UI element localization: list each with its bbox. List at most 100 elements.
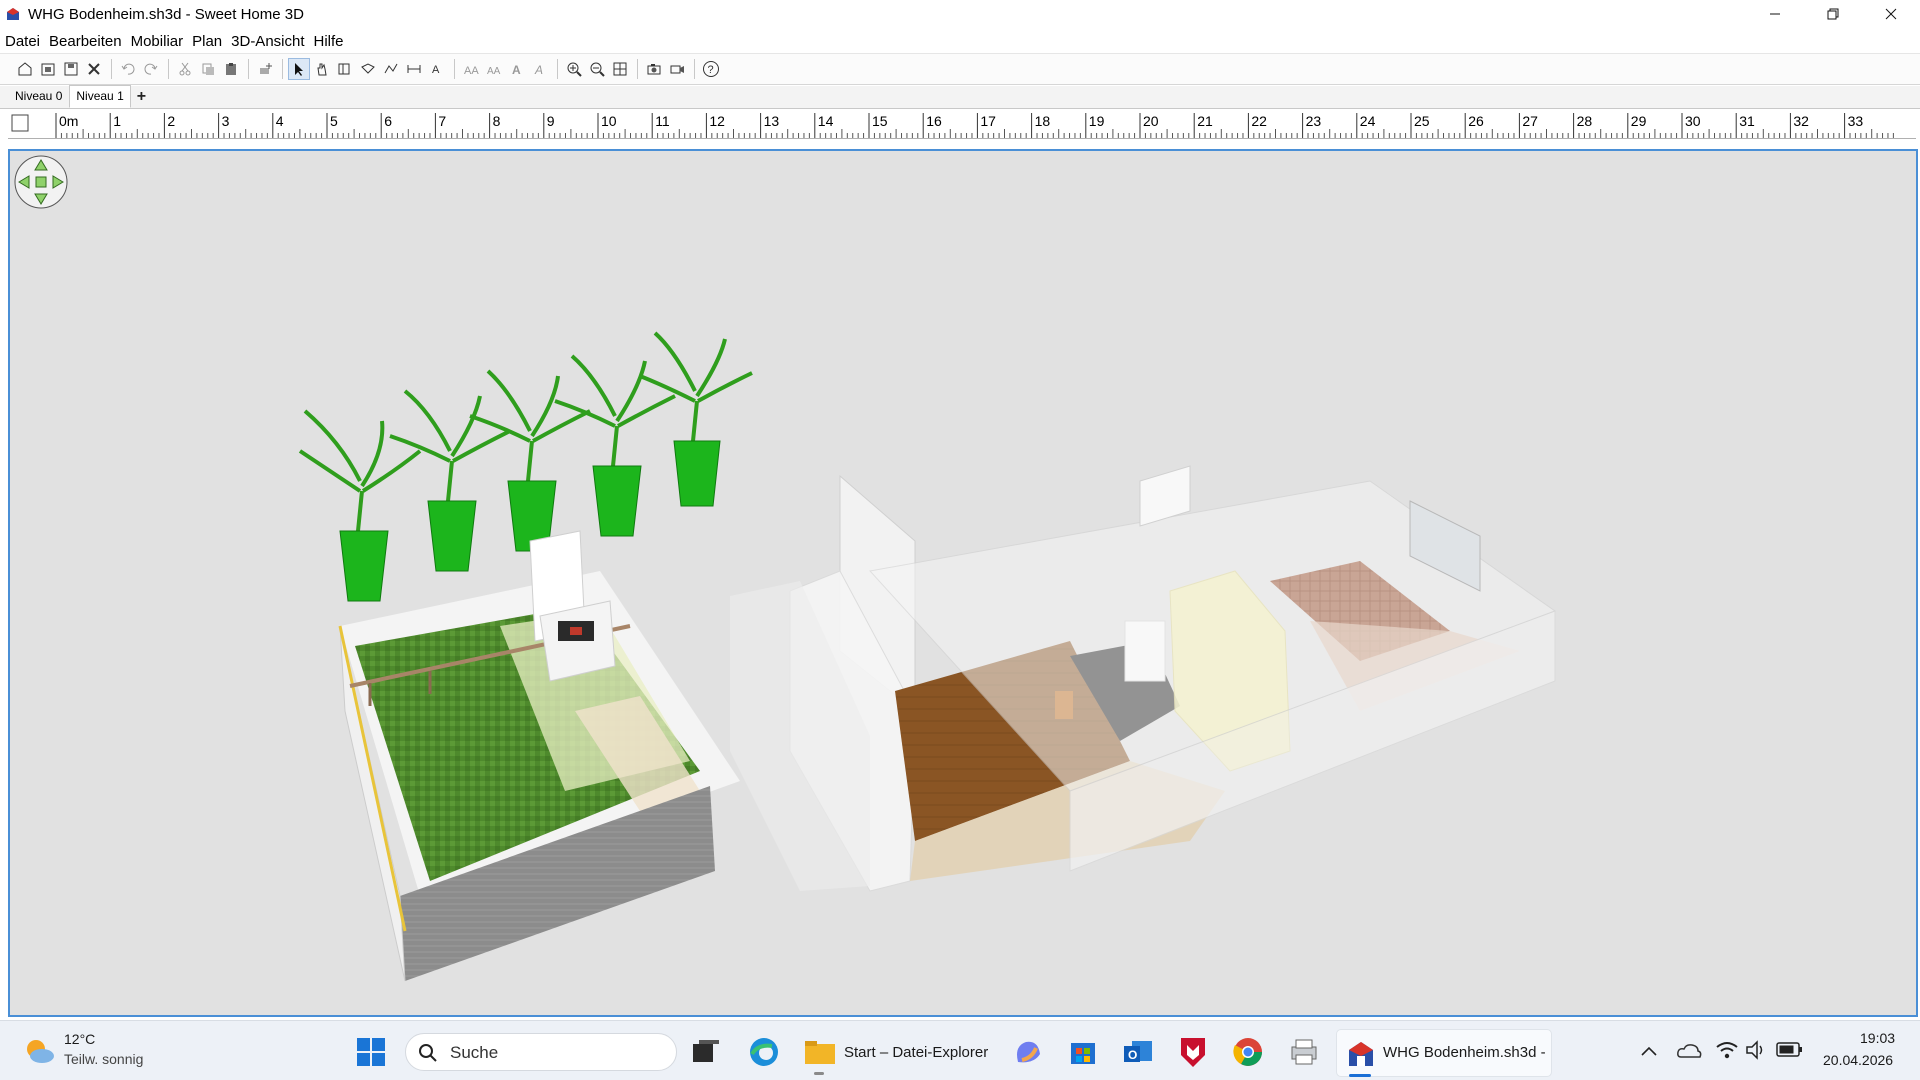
add-level-button[interactable]: + [137,88,146,108]
ruler-label: 12 [709,113,725,129]
camera-icon [647,64,661,75]
open-button[interactable] [37,58,59,80]
menu-hilfe[interactable]: Hilfe [314,33,344,50]
ruler-label: 0m [59,113,78,129]
mcafee-shield-icon[interactable] [1178,1035,1208,1069]
search-icon [419,1044,437,1062]
bold-icon: A [512,63,521,77]
clock-time[interactable]: 19:03 [1860,1030,1895,1046]
tab-niveau-1[interactable]: Niveau 1 [69,85,131,108]
3d-view[interactable] [8,149,1918,1017]
ruler-label: 3 [222,113,230,129]
add-furniture-icon [260,63,272,74]
decrease-text-size-button[interactable]: AA [483,58,505,80]
microsoft-store-icon[interactable] [1068,1036,1098,1066]
navigation-arrows-icon[interactable] [14,155,68,209]
edge-browser-icon[interactable] [748,1036,780,1068]
windows-start-icon[interactable] [356,1037,386,1067]
menu-bearbeiten[interactable]: Bearbeiten [49,33,122,50]
menu-datei[interactable]: Datei [5,33,40,50]
undo-button[interactable] [117,58,139,80]
toolbar: A AA AA A A ? [0,53,1920,85]
search-box[interactable]: Suche [405,1033,677,1071]
svg-text:AA: AA [487,66,501,77]
ruler-label: 22 [1251,113,1267,129]
onedrive-cloud-icon[interactable] [1676,1041,1702,1061]
chrome-icon[interactable] [1232,1036,1264,1068]
italic-button[interactable]: A [529,58,551,80]
toolbar-separator [111,59,112,79]
help-button[interactable]: ? [700,58,722,80]
create-photo-button[interactable] [643,58,665,80]
wifi-icon[interactable] [1715,1039,1739,1061]
wall-icon [338,63,350,75]
pan-mode-button[interactable] [311,58,333,80]
ruler-corner-icon [11,114,29,132]
svg-text:AA: AA [464,65,479,77]
plant [639,331,753,507]
task-view-icon[interactable] [692,1039,720,1065]
bold-button[interactable]: A [506,58,528,80]
chevron-up-icon[interactable] [1640,1043,1658,1059]
ruler-label: 8 [493,113,501,129]
cut-button[interactable] [174,58,196,80]
clock-date[interactable]: 20.04.2026 [1823,1052,1893,1068]
running-indicator [814,1072,824,1075]
taskbar-sweethome3d[interactable]: WHG Bodenheim.sh3d - [1336,1029,1552,1077]
create-labels-button[interactable]: A [426,58,448,80]
ruler-label: 2 [167,113,175,129]
redo-icon [144,63,158,75]
preferences-button[interactable] [83,58,105,80]
close-button[interactable] [1862,0,1920,28]
zoom-in-button[interactable] [563,58,585,80]
toolbar-separator [282,59,283,79]
select-mode-button[interactable] [288,58,310,80]
battery-icon[interactable] [1776,1041,1804,1059]
zoom-in-icon [567,62,582,77]
menu-3d-ansicht[interactable]: 3D-Ansicht [231,33,304,50]
tab-niveau-0[interactable]: Niveau 0 [8,85,69,108]
new-home-button[interactable] [14,58,36,80]
restore-button[interactable] [1804,0,1862,28]
toolbar-separator [637,59,638,79]
create-walls-button[interactable] [334,58,356,80]
outlook-icon[interactable]: O [1122,1036,1154,1068]
paste-icon [226,63,236,75]
create-dimensions-button[interactable] [403,58,425,80]
ruler-label: 29 [1631,113,1647,129]
redo-button[interactable] [140,58,162,80]
dimension-icon [407,65,421,73]
menu-plan[interactable]: Plan [192,33,222,50]
level-tabs: Niveau 0 Niveau 1 + [0,85,1920,109]
3d-scene[interactable] [10,151,1916,1015]
explorer-label: Start – Datei-Explorer [844,1044,989,1061]
svg-text:A: A [534,63,543,77]
label-icon: A [432,64,440,76]
ruler-label: 20 [1143,113,1159,129]
minimize-button[interactable] [1746,0,1804,28]
ruler-label: 15 [872,113,888,129]
speaker-icon[interactable] [1745,1039,1767,1061]
save-button[interactable] [60,58,82,80]
ruler-label: 16 [926,113,942,129]
create-video-button[interactable] [666,58,688,80]
copilot-icon[interactable] [1012,1036,1044,1068]
horizontal-ruler: 0m 1 2 3 4 5 6 7 8 9 10 11 12 13 14 15 16 17 18 19 20 21 22 23 2… [8,109,1916,139]
taskbar-explorer[interactable]: Start – Datei-Explorer [796,1031,996,1075]
paste-button[interactable] [220,58,242,80]
zoom-out-button[interactable] [586,58,608,80]
increase-text-size-button[interactable]: AA [460,58,482,80]
add-furniture-button[interactable] [254,58,276,80]
create-rooms-button[interactable] [357,58,379,80]
printer-icon[interactable] [1288,1037,1320,1067]
weather-description: Teilw. sonnig [64,1051,144,1067]
create-polylines-button[interactable] [380,58,402,80]
sweet-home-3d-icon [1349,1042,1373,1066]
menu-mobiliar[interactable]: Mobiliar [131,33,184,50]
window-title: WHG Bodenheim.sh3d - Sweet Home 3D [28,5,304,23]
import-background-button[interactable] [609,58,631,80]
ruler-label: 25 [1414,113,1430,129]
copy-button[interactable] [197,58,219,80]
save-icon [64,62,78,76]
ruler-label: 1 [113,113,121,129]
